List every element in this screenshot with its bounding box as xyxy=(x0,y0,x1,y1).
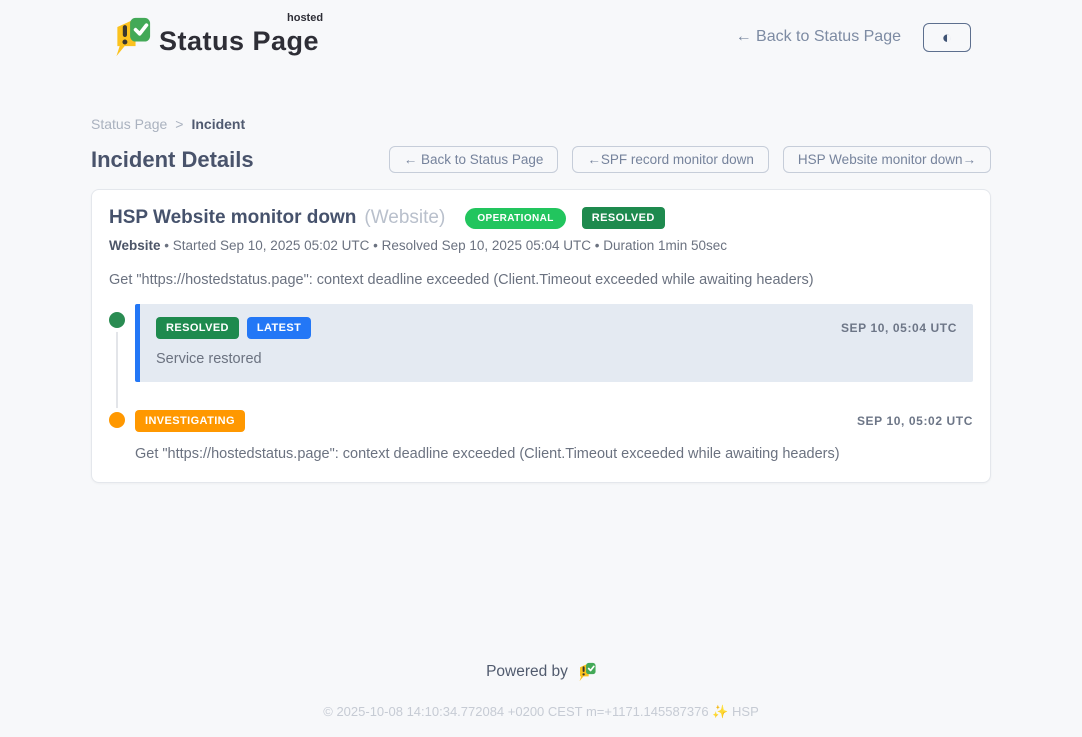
breadcrumb-incident: Incident xyxy=(191,116,245,132)
header: Status Page hosted ← Back to Status Page… xyxy=(111,0,971,60)
powered-by-label: Powered by xyxy=(486,663,568,681)
status-page-logo-icon xyxy=(111,14,151,60)
main-content: Status Page > Incident Incident Details … xyxy=(91,116,991,720)
brand-name: Status Page xyxy=(159,26,319,56)
breadcrumb: Status Page > Incident xyxy=(91,116,991,132)
incident-meta-details: • Started Sep 10, 2025 05:02 UTC • Resol… xyxy=(161,238,728,253)
powered-by-logo-icon[interactable] xyxy=(577,661,596,683)
timeline-message: Service restored xyxy=(156,351,957,367)
incident-nav-buttons: ← Back to Status Page ←SPF record monito… xyxy=(389,146,991,173)
incident-description: Get "https://hostedstatus.page": context… xyxy=(109,272,973,288)
incident-meta: Website • Started Sep 10, 2025 05:02 UTC… xyxy=(109,238,973,253)
next-incident-button[interactable]: HSP Website monitor down→ xyxy=(783,146,991,173)
latest-badge: LATEST xyxy=(247,317,311,339)
circle-half-fill-icon: ◐ xyxy=(942,29,952,46)
back-to-status-page-button[interactable]: ← Back to Status Page xyxy=(389,146,559,173)
timeline-entry-investigating: INVESTIGATING SEP 10, 05:02 UTC Get "htt… xyxy=(109,410,973,462)
breadcrumb-status-page[interactable]: Status Page xyxy=(91,116,167,132)
investigating-badge: INVESTIGATING xyxy=(135,410,245,432)
breadcrumb-separator: > xyxy=(175,116,183,132)
copyright-text: © 2025-10-08 14:10:34.772084 +0200 CEST … xyxy=(91,704,991,720)
incident-title: HSP Website monitor down xyxy=(109,207,356,229)
timeline-entry-resolved: RESOLVED LATEST SEP 10, 05:04 UTC Servic… xyxy=(109,310,973,382)
timeline-timestamp: SEP 10, 05:04 UTC xyxy=(841,321,957,335)
theme-toggle-button[interactable]: ◐ xyxy=(923,23,971,52)
timeline-timestamp: SEP 10, 05:02 UTC xyxy=(857,414,973,428)
incident-timeline: RESOLVED LATEST SEP 10, 05:04 UTC Servic… xyxy=(109,310,973,462)
operational-status-badge: OPERATIONAL xyxy=(465,208,565,229)
incident-card: HSP Website monitor down (Website) OPERA… xyxy=(91,189,991,483)
brand-logo[interactable]: Status Page hosted xyxy=(111,14,319,60)
brand-superscript: hosted xyxy=(287,12,323,24)
footer: Powered by © 2025-10-08 14:10:34.772084 … xyxy=(91,661,991,720)
resolved-status-badge: RESOLVED xyxy=(582,207,665,229)
resolved-badge: RESOLVED xyxy=(156,317,239,339)
timeline-dot-resolved xyxy=(109,312,125,328)
page-title: Incident Details xyxy=(91,147,254,173)
header-back-link[interactable]: ← Back to Status Page xyxy=(736,28,901,46)
prev-incident-button[interactable]: ←SPF record monitor down xyxy=(572,146,769,173)
timeline-message: Get "https://hostedstatus.page": context… xyxy=(135,446,973,462)
timeline-dot-investigating xyxy=(109,412,125,428)
incident-component: (Website) xyxy=(364,207,445,229)
incident-meta-component: Website xyxy=(109,238,161,253)
